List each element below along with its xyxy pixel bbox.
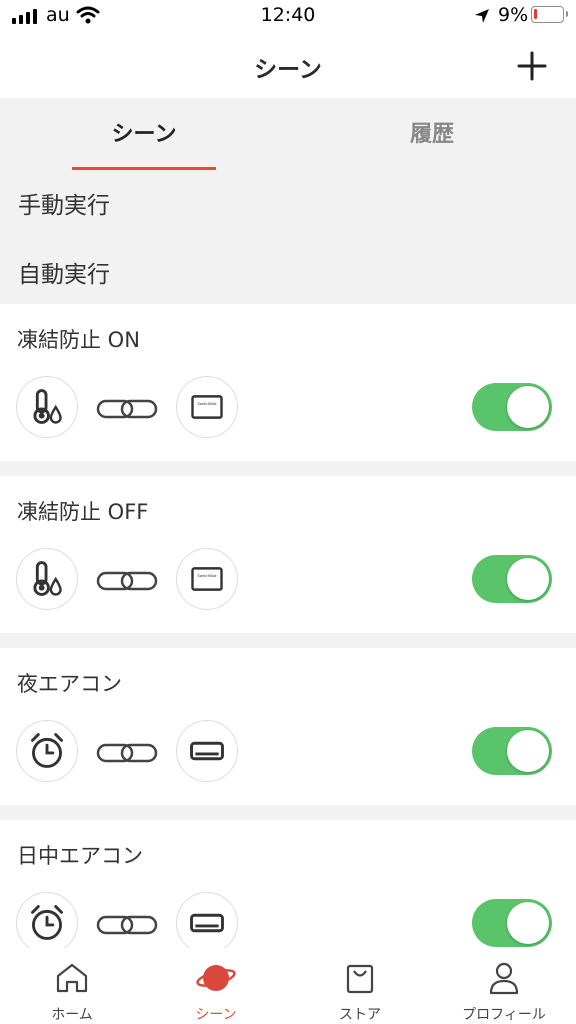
device-brand-label: SwitchBot bbox=[197, 573, 217, 578]
scene-title: 日中エアコン bbox=[17, 844, 143, 868]
scene-toggle[interactable] bbox=[472, 383, 552, 431]
alarm-clock-icon bbox=[16, 892, 78, 954]
scene-title: 凍結防止 ON bbox=[17, 328, 140, 352]
home-icon bbox=[56, 963, 88, 993]
alarm-clock-icon bbox=[16, 720, 78, 782]
air-conditioner-icon bbox=[176, 720, 238, 782]
scene-card[interactable]: 凍結防止 ON SwitchBot bbox=[0, 304, 576, 461]
page-title: シーン bbox=[254, 57, 322, 83]
nav-home-label: ホーム bbox=[51, 1007, 93, 1023]
status-bar: au 12:40 9% bbox=[0, 0, 576, 34]
thermometer-water-icon bbox=[16, 376, 78, 438]
nav-scenes-label: シーン bbox=[195, 1007, 237, 1023]
add-scene-button[interactable] bbox=[512, 46, 552, 86]
active-tab-indicator bbox=[72, 167, 216, 170]
nav-store-label: ストア bbox=[339, 1007, 381, 1023]
link-icon bbox=[96, 743, 158, 763]
scene-title: 凍結防止 OFF bbox=[17, 500, 149, 524]
air-conditioner-icon bbox=[176, 892, 238, 954]
link-icon bbox=[96, 915, 158, 935]
scene-card[interactable]: 凍結防止 OFF SwitchBot bbox=[0, 476, 576, 633]
app-header: シーン bbox=[0, 34, 576, 98]
device-brand-label: SwitchBot bbox=[197, 401, 217, 406]
filter-manual[interactable]: 手動実行 bbox=[18, 186, 110, 220]
tab-bar: シーン 履歴 bbox=[0, 98, 576, 172]
link-icon bbox=[96, 571, 158, 591]
shopping-bag-icon bbox=[346, 964, 374, 994]
planet-icon bbox=[196, 965, 236, 991]
switchbot-device-icon: SwitchBot bbox=[176, 548, 238, 610]
nav-store[interactable]: ストア bbox=[288, 948, 432, 1024]
scene-toggle[interactable] bbox=[472, 555, 552, 603]
switchbot-device-icon: SwitchBot bbox=[176, 376, 238, 438]
scene-title: 夜エアコン bbox=[17, 672, 122, 696]
filter-automatic[interactable]: 自動実行 bbox=[18, 255, 110, 289]
bottom-nav: ホーム シーン ストア プロフィール bbox=[0, 948, 576, 1024]
profile-icon bbox=[489, 962, 519, 995]
location-arrow-icon bbox=[475, 9, 489, 23]
tab-scenes[interactable]: シーン bbox=[54, 116, 234, 148]
scene-toggle[interactable] bbox=[472, 899, 552, 947]
battery-icon bbox=[531, 6, 568, 23]
nav-home[interactable]: ホーム bbox=[0, 948, 144, 1024]
link-icon bbox=[96, 399, 158, 419]
battery-percent: 9% bbox=[498, 4, 529, 26]
nav-profile-label: プロフィール bbox=[462, 1007, 546, 1023]
scene-toggle[interactable] bbox=[472, 727, 552, 775]
nav-profile[interactable]: プロフィール bbox=[432, 948, 576, 1024]
thermometer-water-icon bbox=[16, 548, 78, 610]
nav-scenes[interactable]: シーン bbox=[144, 948, 288, 1024]
scene-card[interactable]: 夜エアコン bbox=[0, 648, 576, 805]
tab-history[interactable]: 履歴 bbox=[342, 116, 522, 148]
